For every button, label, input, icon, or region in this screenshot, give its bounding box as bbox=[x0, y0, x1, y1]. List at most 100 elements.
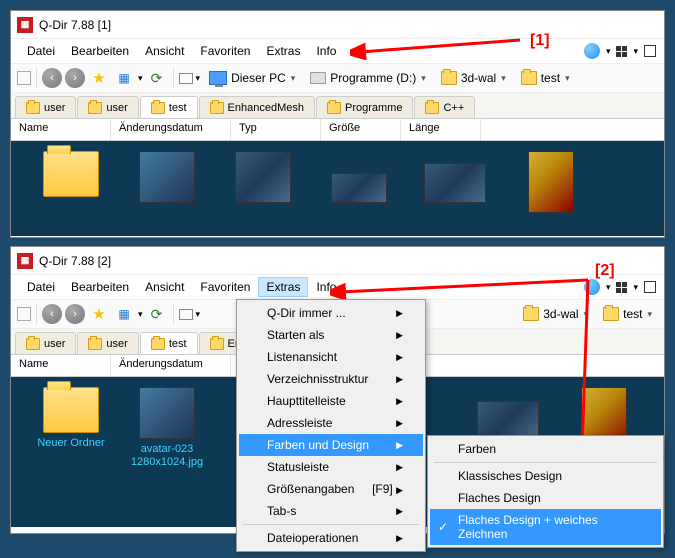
app-icon: ▦ bbox=[17, 253, 33, 269]
tabbar: user user test EnhancedMesh Programme C+… bbox=[11, 93, 664, 119]
menu-bearbeiten[interactable]: Bearbeiten bbox=[63, 277, 137, 297]
thumbnail-icon bbox=[139, 387, 195, 439]
dropdown-qdir-immer[interactable]: Q-Dir immer ...▶ bbox=[239, 302, 423, 324]
menu-bearbeiten[interactable]: Bearbeiten bbox=[63, 41, 137, 61]
menu-datei[interactable]: Datei bbox=[19, 277, 63, 297]
folder-icon bbox=[521, 71, 537, 85]
file-thumb[interactable] bbox=[511, 151, 591, 213]
window-2: ▦ Q-Dir 7.88 [2] Datei Bearbeiten Ansich… bbox=[10, 246, 665, 534]
file-thumb[interactable] bbox=[468, 387, 548, 441]
dropdown-haupttitel[interactable]: Haupttitelleiste▶ bbox=[239, 390, 423, 412]
globe-icon[interactable] bbox=[584, 279, 600, 295]
file-area[interactable] bbox=[11, 141, 664, 236]
back-button[interactable]: ‹ bbox=[42, 304, 62, 324]
maximize-icon[interactable] bbox=[644, 281, 656, 293]
split-icon[interactable] bbox=[17, 71, 31, 85]
file-thumb[interactable] bbox=[223, 151, 303, 203]
submenu-farben[interactable]: Farben bbox=[430, 438, 661, 460]
window-title: Q-Dir 7.88 [2] bbox=[39, 254, 111, 268]
refresh-icon[interactable]: ⟳ bbox=[146, 67, 168, 89]
dropdown-separator bbox=[243, 524, 419, 525]
file-folder-neuer[interactable]: Neuer Ordner bbox=[31, 387, 111, 450]
file-thumb[interactable] bbox=[127, 151, 207, 203]
breadcrumb-test[interactable]: test▾ bbox=[515, 69, 576, 87]
col-date[interactable]: Änderungsdatum bbox=[111, 355, 231, 376]
forward-button[interactable]: › bbox=[65, 68, 85, 88]
refresh-icon[interactable]: ⟳ bbox=[146, 303, 168, 325]
col-size[interactable]: Größe bbox=[321, 119, 401, 140]
globe-icon[interactable] bbox=[584, 43, 600, 59]
menu-favoriten[interactable]: Favoriten bbox=[192, 277, 258, 297]
menu-info[interactable]: Info bbox=[308, 277, 344, 297]
dropdown-listenansicht[interactable]: Listenansicht▶ bbox=[239, 346, 423, 368]
layout-icon[interactable] bbox=[616, 46, 627, 57]
tab-user[interactable]: user bbox=[15, 332, 76, 354]
col-length[interactable]: Länge bbox=[401, 119, 481, 140]
toolbar: ‹ › ★ ▦▾ ⟳ ▾ Dieser PC▾ Programme (D:)▾ … bbox=[11, 63, 664, 93]
tab-enhancedmesh[interactable]: EnhancedMesh bbox=[199, 96, 315, 118]
app-icon: ▦ bbox=[17, 17, 33, 33]
breadcrumb-3dwal[interactable]: 3d-wal▾ bbox=[435, 69, 512, 87]
menu-ansicht[interactable]: Ansicht bbox=[137, 41, 192, 61]
grid-icon[interactable]: ▦ bbox=[113, 67, 135, 89]
tab-cpp[interactable]: C++ bbox=[414, 96, 475, 118]
favorites-icon[interactable]: ★ bbox=[88, 303, 110, 325]
dropdown-statusleiste[interactable]: Statusleiste▶ bbox=[239, 456, 423, 478]
dropdown-verzeichnis[interactable]: Verzeichnisstruktur▶ bbox=[239, 368, 423, 390]
farben-submenu: Farben Klassisches Design Flaches Design… bbox=[427, 435, 664, 548]
back-button[interactable]: ‹ bbox=[42, 68, 62, 88]
dropdown-starten-als[interactable]: Starten als▶ bbox=[239, 324, 423, 346]
tab-user2[interactable]: user bbox=[77, 332, 138, 354]
menu-datei[interactable]: Datei bbox=[19, 41, 63, 61]
submenu-flach[interactable]: Flaches Design bbox=[430, 487, 661, 509]
tab-programme[interactable]: Programme bbox=[316, 96, 413, 118]
dropdown-tabs[interactable]: Tab-s▶ bbox=[239, 500, 423, 522]
menu-extras[interactable]: Extras bbox=[258, 41, 308, 61]
maximize-icon[interactable] bbox=[644, 45, 656, 57]
forward-button[interactable]: › bbox=[65, 304, 85, 324]
breadcrumb-pc[interactable]: Dieser PC▾ bbox=[203, 69, 301, 87]
dropdown-dateioperationen[interactable]: Dateioperationen▶ bbox=[239, 527, 423, 549]
breadcrumb-test[interactable]: test▾ bbox=[597, 305, 658, 323]
menu-favoriten[interactable]: Favoriten bbox=[192, 41, 258, 61]
submenu-klassisch[interactable]: Klassisches Design bbox=[430, 465, 661, 487]
file-folder[interactable] bbox=[31, 151, 111, 197]
dropdown-adressleiste[interactable]: Adressleiste▶ bbox=[239, 412, 423, 434]
col-date[interactable]: Änderungsdatum bbox=[111, 119, 231, 140]
file-label: avatar-023 1280x1024.jpg bbox=[127, 443, 207, 469]
grid-icon[interactable]: ▦ bbox=[113, 303, 135, 325]
menu-info[interactable]: Info bbox=[308, 41, 344, 61]
split-icon[interactable] bbox=[17, 307, 31, 321]
window-title: Q-Dir 7.88 [1] bbox=[39, 18, 111, 32]
layout-icon[interactable] bbox=[616, 282, 627, 293]
dropdown-groessen[interactable]: Größenangaben[F9] ▶ bbox=[239, 478, 423, 500]
check-icon: ✓ bbox=[438, 520, 448, 534]
menu-extras[interactable]: Extras bbox=[258, 277, 308, 297]
titlebar[interactable]: ▦ Q-Dir 7.88 [2] bbox=[11, 247, 664, 275]
file-label: Neuer Ordner bbox=[37, 437, 104, 450]
file-thumb[interactable] bbox=[319, 173, 399, 203]
drive-icon bbox=[310, 72, 326, 84]
dropdown-farben-design[interactable]: Farben und Design▶ bbox=[239, 434, 423, 456]
favorites-icon[interactable]: ★ bbox=[88, 67, 110, 89]
menubar: Datei Bearbeiten Ansicht Favoriten Extra… bbox=[11, 275, 664, 299]
view-icon[interactable] bbox=[179, 73, 193, 84]
tab-user2[interactable]: user bbox=[77, 96, 138, 118]
dropdown-separator bbox=[434, 462, 657, 463]
col-type[interactable]: Typ bbox=[231, 119, 321, 140]
view-icon[interactable] bbox=[179, 309, 193, 320]
titlebar[interactable]: ▦ Q-Dir 7.88 [1] bbox=[11, 11, 664, 39]
tab-test[interactable]: test bbox=[140, 332, 198, 354]
breadcrumb-3dwal[interactable]: 3d-wal▾ bbox=[517, 305, 594, 323]
col-name[interactable]: Name bbox=[11, 119, 111, 140]
tab-test[interactable]: test bbox=[140, 96, 198, 118]
submenu-flach-weich[interactable]: ✓Flaches Design + weiches Zeichnen bbox=[430, 509, 661, 545]
menu-ansicht[interactable]: Ansicht bbox=[137, 277, 192, 297]
folder-icon bbox=[441, 71, 457, 85]
col-name[interactable]: Name bbox=[11, 355, 111, 376]
file-avatar[interactable]: avatar-023 1280x1024.jpg bbox=[127, 387, 207, 469]
file-thumb[interactable] bbox=[415, 163, 495, 203]
tab-user[interactable]: user bbox=[15, 96, 76, 118]
breadcrumb-drive[interactable]: Programme (D:)▾ bbox=[304, 69, 432, 87]
pc-icon bbox=[209, 71, 227, 85]
